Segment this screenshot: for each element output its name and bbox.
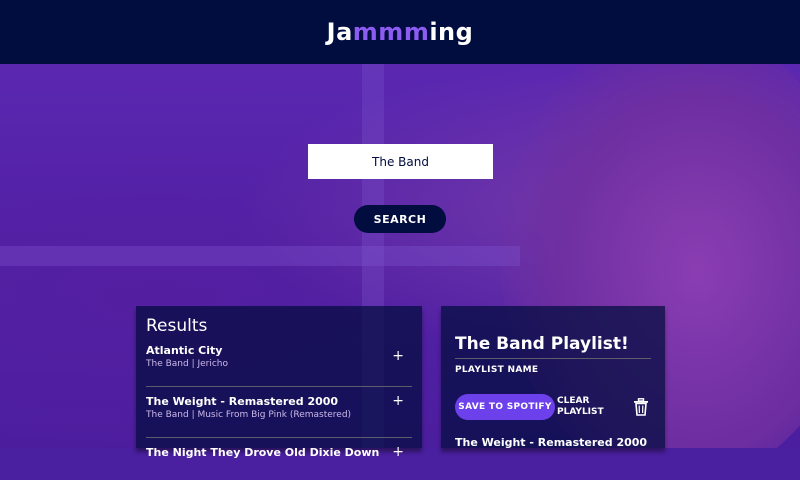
trash-icon[interactable] bbox=[633, 398, 649, 416]
result-track-row: Atlantic City The Band | Jericho + bbox=[146, 342, 412, 378]
save-to-spotify-button[interactable]: SAVE TO SPOTIFY bbox=[455, 394, 555, 420]
track-info: The Band | Music From Big Pink (Remaster… bbox=[146, 410, 412, 420]
plus-icon[interactable]: + bbox=[392, 348, 404, 364]
playlist-track-name: The Weight - Remastered 2000 bbox=[455, 436, 647, 449]
logo-text-accent: mmm bbox=[353, 18, 430, 46]
track-info: The Band | Jericho bbox=[146, 359, 412, 369]
search-input[interactable] bbox=[308, 144, 493, 179]
results-panel: Results Atlantic City The Band | Jericho… bbox=[136, 306, 422, 448]
app-header: Jammming bbox=[0, 0, 800, 64]
logo-text-prefix: Ja bbox=[327, 18, 353, 46]
playlist-title-input[interactable]: The Band Playlist! bbox=[455, 334, 651, 354]
result-track-row: The Weight - Remastered 2000 The Band | … bbox=[146, 386, 412, 429]
track-name: The Weight - Remastered 2000 bbox=[146, 395, 412, 408]
result-track-row: The Night They Drove Old Dixie Down + bbox=[146, 437, 412, 480]
playlist-name-label: PLAYLIST NAME bbox=[455, 358, 651, 375]
clear-playlist-button[interactable]: CLEAR PLAYLIST bbox=[557, 396, 604, 418]
results-title: Results bbox=[146, 316, 412, 336]
track-name: Atlantic City bbox=[146, 344, 412, 357]
plus-icon[interactable]: + bbox=[392, 444, 404, 460]
playlist-panel: The Band Playlist! PLAYLIST NAME SAVE TO… bbox=[441, 306, 665, 448]
clear-label-line1: CLEAR bbox=[557, 396, 604, 407]
app-logo: Jammming bbox=[327, 18, 474, 46]
clear-label-line2: PLAYLIST bbox=[557, 407, 604, 418]
search-button[interactable]: SEARCH bbox=[354, 205, 446, 233]
logo-text-suffix: ing bbox=[429, 18, 473, 46]
plus-icon[interactable]: + bbox=[392, 393, 404, 409]
background-window-frame-horizontal bbox=[0, 246, 520, 266]
